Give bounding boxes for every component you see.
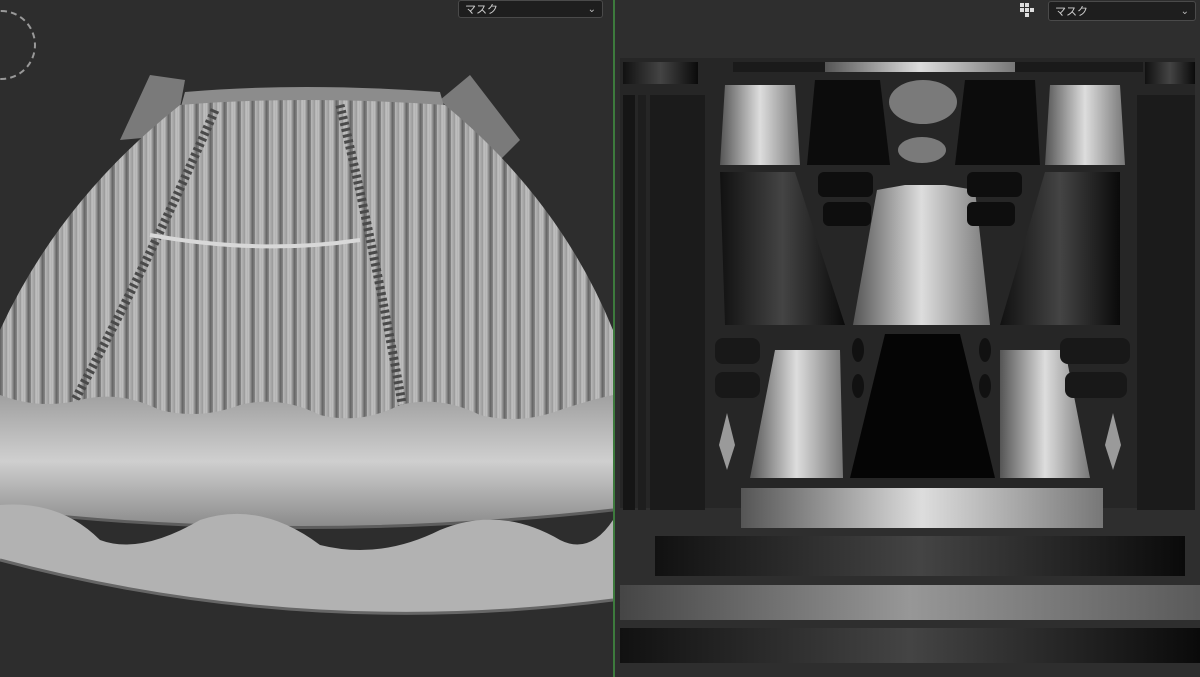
uv-viewport[interactable]: 1031 1021 [615, 0, 1200, 677]
skirt-body [0, 100, 613, 445]
mask-dropdown-value: マスク [465, 4, 498, 16]
3d-viewport[interactable]: マスク ⌄ [0, 0, 613, 677]
uv-texture-map [620, 58, 1200, 663]
chevron-down-icon: ⌄ [1180, 6, 1189, 17]
chevron-down-icon: ⌄ [587, 4, 596, 15]
channel-grid-icon[interactable] [1020, 3, 1034, 17]
skirt-3d-model [0, 75, 613, 615]
mask-dropdown-uv[interactable]: マスク ⌄ [1048, 1, 1196, 21]
mask-dropdown-uv-value: マスク [1055, 6, 1088, 18]
mask-dropdown[interactable]: マスク ⌄ [458, 0, 603, 18]
